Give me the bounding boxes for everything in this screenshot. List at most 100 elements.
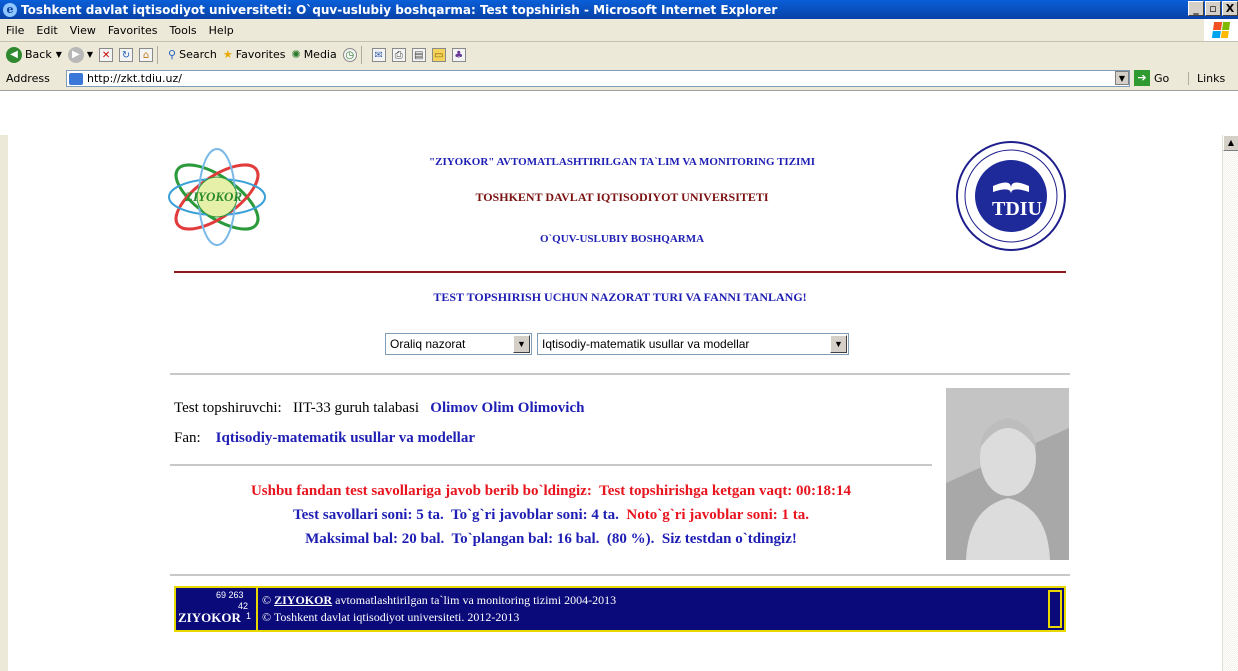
mail-icon[interactable]: ✉: [371, 47, 386, 62]
chevron-down-icon[interactable]: ▼: [513, 335, 530, 353]
favorites-button[interactable]: ★ Favorites: [223, 48, 286, 61]
student-group: IIT-33 guruh talabasi: [292, 400, 420, 416]
chevron-down-icon[interactable]: ▼: [830, 335, 847, 353]
fan-label: Fan:: [174, 430, 201, 446]
score-percent: (80 %).: [606, 531, 655, 547]
footer: 69 263 42 1 ZIYOKOR © ZIYOKOR avtomatlas…: [174, 586, 1066, 632]
stop-icon[interactable]: ✕: [99, 47, 114, 62]
system-title: "ZIYOKOR" AVTOMATLASHTIRILGAN TA`LIM VA …: [429, 156, 815, 168]
go-button[interactable]: ➔ Go: [1134, 70, 1169, 86]
home-icon[interactable]: ⌂: [139, 47, 154, 62]
links-button[interactable]: Links: [1188, 72, 1225, 85]
pass-message: Siz testdan o`tdingiz!: [661, 531, 797, 547]
search-label: Search: [179, 48, 217, 61]
media-icon: ✺: [291, 48, 301, 61]
ziyokor-logo-text: ZIYOKOR: [185, 189, 243, 204]
go-arrow-icon: ➔: [1134, 70, 1150, 86]
standard-toolbar: ◀ Back ▼ ▶ ▼ ✕ ↻ ⌂ ⚲ Search ★ Favorites …: [0, 42, 1238, 68]
control-type-select[interactable]: Oraliq nazorat ▼: [385, 333, 532, 355]
copyright-line-2: © Toshkent davlat iqtisodiyot universite…: [262, 610, 520, 624]
section-divider: [170, 373, 1070, 375]
control-type-value: Oraliq nazorat: [390, 337, 466, 351]
subject-value: Iqtisodiy-matematik usullar va modellar: [542, 337, 750, 351]
earned-score: To`plangan bal: 16 bal.: [451, 531, 600, 547]
visit-counter-total: 69 263: [216, 590, 244, 600]
media-label: Media: [303, 48, 337, 61]
result-line-2: Test savollari soni: 5 ta. To`g`ri javob…: [170, 507, 932, 524]
fan-value: Iqtisodiy-matematik usullar va modellar: [215, 430, 475, 446]
header-divider: [174, 271, 1066, 273]
instruction-text: TEST TOPSHIRISH UCHUN NAZORAT TURI VA FA…: [433, 290, 807, 304]
university-title: TOSHKENT DAVLAT IQTISODIYOT UNIVERSITETI: [475, 190, 769, 204]
window-left-edge: [0, 91, 8, 671]
history-icon[interactable]: ◷: [342, 47, 357, 62]
page-icon: [69, 72, 83, 85]
tdiu-logo: TDIU: [955, 140, 1067, 252]
scroll-up-icon[interactable]: ▲: [1223, 135, 1238, 151]
department-title: O`QUV-USLUBIY BOSHQARMA: [539, 233, 705, 245]
close-button[interactable]: X: [1222, 1, 1238, 16]
result-line-1: Ushbu fandan test savollariga javob beri…: [170, 483, 932, 500]
ziyokor-logo: ZIYOKOR: [165, 142, 270, 252]
links-label: Links: [1197, 72, 1226, 85]
vertical-scrollbar[interactable]: ▲: [1222, 135, 1238, 671]
forward-arrow-icon: ▶: [67, 46, 84, 63]
menu-file[interactable]: File: [0, 24, 30, 37]
visit-counter-online: 1: [246, 611, 252, 621]
address-label: Address: [6, 72, 50, 85]
print-icon[interactable]: ⎙: [391, 47, 406, 62]
tdiu-logo-text: TDIU: [992, 198, 1043, 220]
internet-explorer-icon: e: [3, 2, 17, 17]
edit-icon[interactable]: ▤: [411, 47, 426, 62]
student-name: Olimov Olim Olimovich: [430, 400, 585, 416]
search-button[interactable]: ⚲ Search: [168, 48, 217, 61]
footer-end-box: [1048, 590, 1062, 628]
toolbar-separator: [157, 45, 159, 64]
messenger-icon[interactable]: ♣: [451, 47, 466, 62]
menu-view[interactable]: View: [64, 24, 102, 37]
max-score: Maksimal bal: 20 bal.: [305, 531, 445, 547]
address-input[interactable]: http://zkt.tdiu.uz/: [66, 70, 1130, 87]
media-button[interactable]: ✺ Media: [291, 48, 336, 61]
correct-count: To`g`ri javoblar soni: 4 ta.: [450, 507, 619, 523]
windows-logo-icon: [1204, 19, 1238, 41]
window-title: Toshkent davlat iqtisodiyot universiteti…: [21, 2, 778, 17]
student-photo-placeholder: [946, 388, 1069, 560]
address-url: http://zkt.tdiu.uz/: [87, 72, 182, 85]
minimize-button[interactable]: _: [1188, 1, 1204, 16]
info-divider: [170, 464, 932, 466]
menu-bar: File Edit View Favorites Tools Help: [0, 19, 1238, 42]
result-line-3: Maksimal bal: 20 bal. To`plangan bal: 16…: [170, 531, 932, 548]
footer-brand: ZIYOKOR: [178, 610, 241, 625]
subject-select[interactable]: Iqtisodiy-matematik usullar va modellar …: [537, 333, 849, 355]
forward-button[interactable]: ▶ ▼: [67, 46, 93, 63]
page-top-area: [0, 91, 1238, 135]
menu-edit[interactable]: Edit: [30, 24, 63, 37]
menu-tools[interactable]: Tools: [164, 24, 203, 37]
footer-brand-box: 69 263 42 1 ZIYOKOR: [176, 588, 258, 630]
ziyokor-link[interactable]: ZIYOKOR: [274, 593, 332, 607]
toolbar-separator: [360, 45, 362, 64]
refresh-icon[interactable]: ↻: [119, 47, 134, 62]
forward-dropdown-icon[interactable]: ▼: [87, 50, 93, 59]
menu-help[interactable]: Help: [203, 24, 240, 37]
back-dropdown-icon[interactable]: ▼: [56, 50, 62, 59]
menu-favorites[interactable]: Favorites: [102, 24, 164, 37]
back-arrow-icon: ◀: [6, 46, 22, 63]
wrong-count: Noto`g`ri javoblar soni: 1 ta.: [626, 507, 809, 523]
copyright-line-1: avtomatlashtirilgan ta`lim va monitoring…: [335, 593, 617, 607]
window-titlebar: e Toshkent davlat iqtisodiyot universite…: [0, 0, 1238, 19]
student-line: Test topshiruvchi: IIT-33 guruh talabasi…: [174, 400, 584, 417]
maximize-button[interactable]: ▫: [1205, 1, 1221, 16]
address-dropdown-icon[interactable]: ▼: [1115, 71, 1129, 85]
completion-message: Ushbu fandan test savollariga javob beri…: [250, 483, 592, 499]
back-label: Back: [25, 48, 52, 61]
footer-copyright: © ZIYOKOR avtomatlashtirilgan ta`lim va …: [262, 592, 616, 626]
folder-icon[interactable]: ▭: [431, 47, 446, 62]
window-controls: _ ▫ X: [1187, 1, 1238, 16]
address-bar: Address http://zkt.tdiu.uz/ ▼ ➔ Go Links: [0, 67, 1238, 91]
back-button[interactable]: ◀ Back ▼: [6, 46, 62, 63]
questions-count: Test savollari soni: 5 ta.: [293, 507, 444, 523]
copyright-symbol: ©: [262, 593, 272, 607]
footer-divider: [170, 574, 1070, 576]
